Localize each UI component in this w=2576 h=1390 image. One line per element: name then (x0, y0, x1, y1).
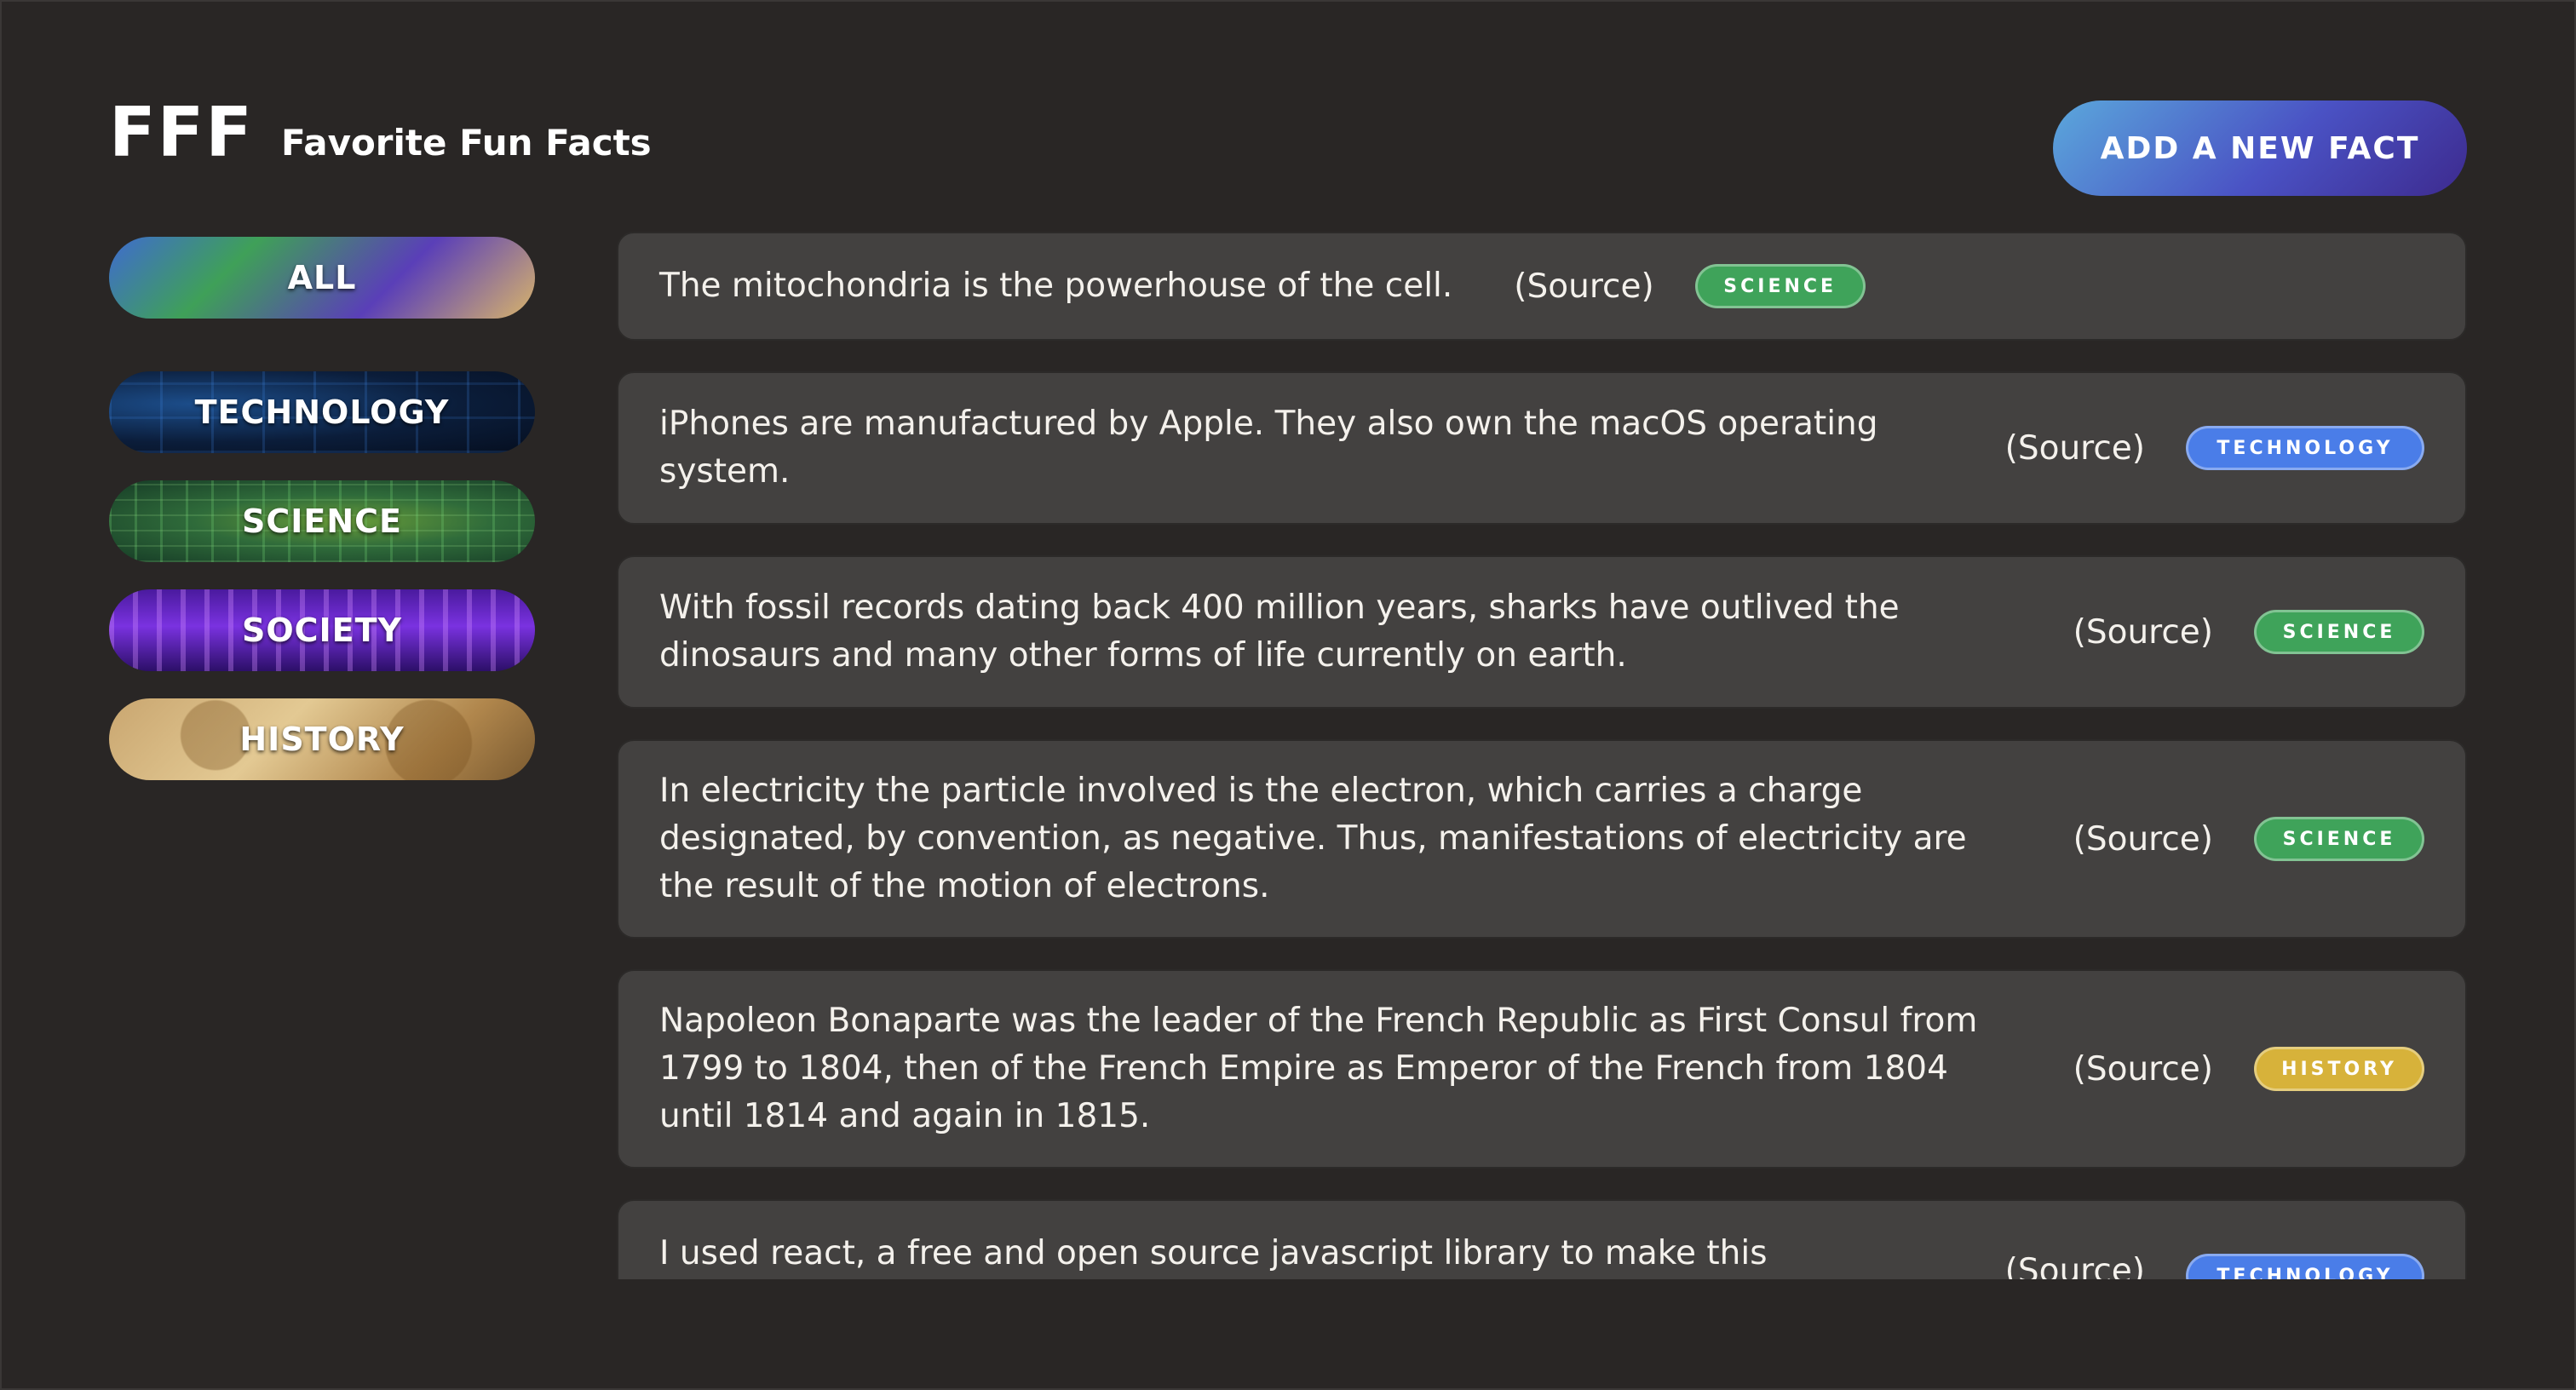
add-new-fact-button[interactable]: Add a new fact (2053, 101, 2467, 196)
fact-text: The mitochondria is the powerhouse of th… (659, 267, 1453, 305)
category-tag-history: history (2254, 1047, 2424, 1091)
app-logo: FFF (109, 93, 254, 172)
fact-card: With fossil records dating back 400 mill… (617, 555, 2467, 709)
fact-source-link[interactable]: (Source) (1514, 267, 1653, 306)
category-button-science[interactable]: Science (109, 480, 535, 562)
category-button-history[interactable]: History (109, 698, 535, 780)
category-tag-technology: technology (2186, 426, 2424, 470)
fact-text: iPhones are manufactured by Apple. They … (659, 405, 1878, 491)
fact-source-link[interactable]: (Source) (2073, 820, 2213, 859)
category-tag-science: science (1694, 264, 1866, 308)
category-button-all[interactable]: All (109, 237, 535, 319)
fact-card: In electricity the particle involved is … (617, 739, 2467, 939)
fact-text: I used react, a free and open source jav… (659, 1234, 1768, 1272)
category-tag-science: science (2254, 817, 2424, 861)
fact-source-link[interactable]: (Source) (2073, 1050, 2213, 1088)
fact-text: With fossil records dating back 400 mill… (659, 589, 1900, 675)
category-tag-science: science (2254, 610, 2424, 654)
app-tagline: Favorite Fun Facts (281, 122, 652, 164)
fact-source-link[interactable]: (Source) (2073, 613, 2213, 652)
fact-text: In electricity the particle involved is … (659, 772, 1967, 905)
fact-list: The mitochondria is the powerhouse of th… (617, 232, 2467, 1279)
fact-source-link[interactable]: (Source) (2005, 1230, 2145, 1279)
category-button-society[interactable]: Society (109, 589, 535, 671)
fact-source-link[interactable]: (Source) (2005, 429, 2145, 468)
fact-card: Napoleon Bonaparte was the leader of the… (617, 969, 2467, 1169)
fact-card: The mitochondria is the powerhouse of th… (617, 232, 2467, 341)
category-tag-technology: technology (2186, 1254, 2424, 1279)
fact-card: I used react, a free and open source jav… (617, 1199, 2467, 1279)
fact-text: Napoleon Bonaparte was the leader of the… (659, 1002, 1978, 1135)
fact-card: iPhones are manufactured by Apple. They … (617, 371, 2467, 525)
category-button-technology[interactable]: Technology (109, 371, 535, 453)
